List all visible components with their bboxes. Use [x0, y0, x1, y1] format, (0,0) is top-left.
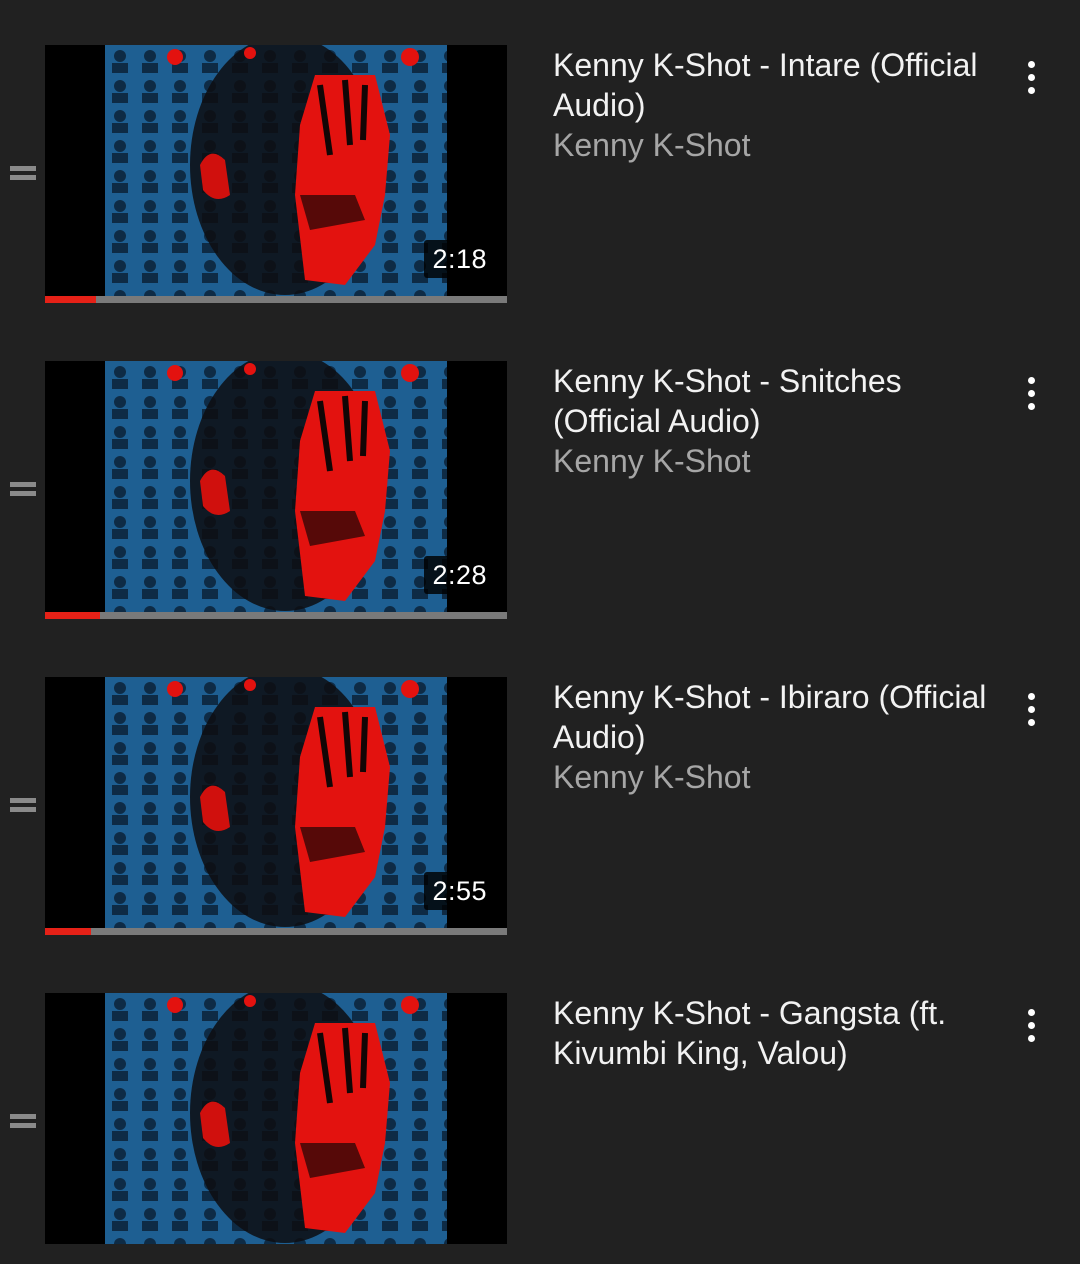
drag-handle-icon[interactable] [10, 1111, 36, 1131]
video-thumbnail[interactable] [45, 993, 507, 1244]
more-options-icon[interactable] [1022, 374, 1040, 414]
video-thumbnail[interactable]: 2:28 [45, 361, 507, 612]
video-duration: 2:18 [424, 240, 495, 278]
video-title[interactable]: Kenny K-Shot - Snitches (Official Audio) [553, 361, 1013, 441]
playlist: 2:18 Kenny K-Shot - Intare (Official Aud… [0, 0, 1080, 1244]
watch-progress-fill [45, 296, 96, 303]
video-duration: 2:55 [424, 872, 495, 910]
video-thumbnail[interactable]: 2:55 [45, 677, 507, 928]
playlist-item[interactable]: 2:55 Kenny K-Shot - Ibiraro (Official Au… [0, 632, 1080, 948]
video-duration: 2:28 [424, 556, 495, 594]
drag-handle-icon[interactable] [10, 163, 36, 183]
more-options-icon[interactable] [1022, 58, 1040, 98]
watch-progress-fill [45, 612, 101, 619]
playlist-item[interactable]: 2:18 Kenny K-Shot - Intare (Official Aud… [0, 0, 1080, 316]
drag-handle-icon[interactable] [10, 795, 36, 815]
watch-progress-fill [45, 928, 92, 935]
drag-handle-icon[interactable] [10, 479, 36, 499]
playlist-item[interactable]: 2:28 Kenny K-Shot - Snitches (Official A… [0, 316, 1080, 632]
more-options-icon[interactable] [1022, 1006, 1040, 1046]
watch-progress-bar [45, 928, 507, 935]
video-thumbnail[interactable]: 2:18 [45, 45, 507, 296]
channel-name[interactable]: Kenny K-Shot [553, 757, 973, 797]
watch-progress-bar [45, 612, 507, 619]
more-options-icon[interactable] [1022, 690, 1040, 730]
video-title[interactable]: Kenny K-Shot - Gangsta (ft. Kivumbi King… [553, 993, 1013, 1073]
video-title[interactable]: Kenny K-Shot - Ibiraro (Official Audio) [553, 677, 1013, 757]
cover-art-image [45, 993, 507, 1244]
video-title[interactable]: Kenny K-Shot - Intare (Official Audio) [553, 45, 1013, 125]
playlist-item[interactable]: Kenny K-Shot - Gangsta (ft. Kivumbi King… [0, 948, 1080, 1264]
channel-name[interactable]: Kenny K-Shot [553, 441, 973, 481]
channel-name[interactable]: Kenny K-Shot [553, 125, 973, 165]
watch-progress-bar [45, 296, 507, 303]
